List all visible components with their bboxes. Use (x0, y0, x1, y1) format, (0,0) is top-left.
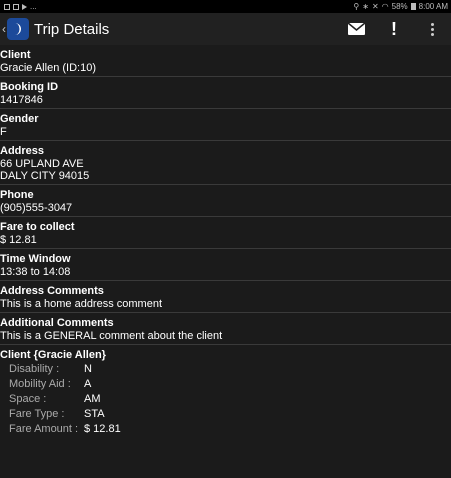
detail-value: A (84, 378, 92, 390)
field-booking-id: Booking ID 1417846 (0, 77, 451, 109)
location-icon: ⚲ (353, 2, 360, 11)
field-value: Gracie Allen (ID:10) (0, 62, 96, 74)
field-value: F (0, 126, 7, 138)
field-label: Gender (0, 113, 39, 125)
detail-value: AM (84, 393, 101, 405)
field-label: Additional Comments (0, 317, 114, 329)
bluetooth-icon: ∗ (362, 2, 369, 11)
detail-value: N (84, 363, 92, 375)
field-value: DALY CITY 94015 (0, 170, 90, 182)
detail-value: STA (84, 408, 105, 420)
clock: 8:00 AM (418, 2, 448, 11)
mute-icon: ✕ (371, 2, 379, 11)
detail-label: Fare Type : (9, 408, 65, 420)
app-bar: ‹ Trip Details ! (0, 13, 451, 45)
detail-label: Mobility Aid : (9, 378, 71, 390)
app-bar-actions: ! (337, 13, 451, 45)
notification-icon (4, 3, 10, 10)
detail-label: Fare Amount : (9, 423, 79, 435)
detail-label: Disability : (9, 363, 60, 375)
overflow-menu-icon (430, 22, 434, 36)
detail-row-fare-amount: Fare Amount : $ 12.81 (0, 422, 451, 437)
field-label: Address Comments (0, 285, 104, 297)
alert-icon: ! (391, 19, 397, 39)
field-additional-comments: Additional Comments This is a GENERAL co… (0, 313, 451, 345)
detail-row-fare-type: Fare Type : STA (0, 407, 451, 422)
status-bar: ... ⚲ ∗ ✕ ◠ 58% 8:00 AM (0, 0, 451, 13)
battery-icon (410, 3, 416, 10)
page-title: Trip Details (34, 20, 110, 38)
field-value: $ 12.81 (0, 234, 37, 246)
field-client: Client Gracie Allen (ID:10) (0, 45, 451, 77)
field-value: This is a GENERAL comment about the clie… (0, 330, 223, 342)
detail-row-mobility-aid: Mobility Aid : A (0, 377, 451, 392)
field-gender: Gender F (0, 109, 451, 141)
field-value: 1417846 (0, 94, 43, 106)
field-address-comments: Address Comments This is a home address … (0, 281, 451, 313)
field-label: Booking ID (0, 81, 59, 93)
trip-details-content: Client Gracie Allen (ID:10) Booking ID 1… (0, 45, 451, 478)
detail-value: $ 12.81 (84, 423, 121, 435)
field-value: This is a home address comment (0, 298, 163, 310)
field-label: Client (0, 49, 31, 61)
back-arrow-icon[interactable]: ‹ (2, 22, 6, 36)
field-value: 66 UPLAND AVE (0, 158, 84, 170)
message-button[interactable] (337, 13, 375, 45)
field-address: Address 66 UPLAND AVE DALY CITY 94015 (0, 141, 451, 185)
mail-icon (347, 23, 365, 35)
field-phone[interactable]: Phone (905)555-3047 (0, 185, 451, 217)
status-bar-right: ⚲ ∗ ✕ ◠ 58% 8:00 AM (353, 2, 448, 11)
field-label: Phone (0, 189, 34, 201)
status-more-text: ... (30, 2, 37, 11)
field-label: Time Window (0, 253, 71, 265)
alert-button[interactable]: ! (375, 13, 413, 45)
detail-label: Space : (9, 393, 47, 405)
app-logo-icon[interactable] (7, 18, 29, 40)
battery-percent: 58% (391, 2, 408, 11)
field-time-window: Time Window 13:38 to 14:08 (0, 249, 451, 281)
field-fare-to-collect: Fare to collect $ 12.81 (0, 217, 451, 249)
status-bar-left: ... (4, 2, 37, 11)
play-icon (22, 3, 27, 10)
field-label: Address (0, 145, 45, 157)
detail-row-space: Space : AM (0, 392, 451, 407)
gallery-icon (13, 3, 19, 10)
overflow-menu-button[interactable] (413, 13, 451, 45)
client-details-heading: Client {Gracie Allen} (0, 349, 106, 361)
client-details-section: Client {Gracie Allen} Disability : N Mob… (0, 345, 451, 439)
field-value: 13:38 to 14:08 (0, 266, 71, 278)
phone-number[interactable]: (905)555-3047 (0, 202, 451, 214)
detail-row-disability: Disability : N (0, 362, 451, 377)
wifi-icon: ◠ (381, 2, 389, 11)
field-label: Fare to collect (0, 221, 75, 233)
